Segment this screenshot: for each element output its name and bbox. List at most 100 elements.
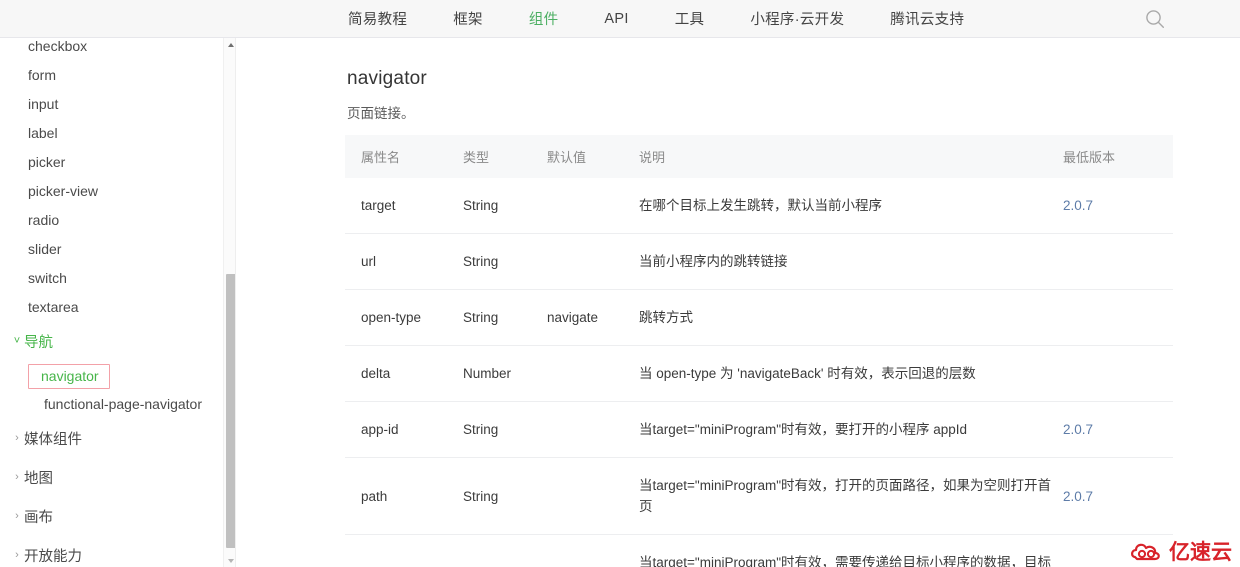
desc-text-part1: 当target="miniProgram"时有效，需要传递给目标小程序的数据，目… — [639, 555, 1052, 567]
topnav-item-tools[interactable]: 工具 — [675, 8, 705, 29]
page-title: navigator — [347, 68, 427, 89]
sidebar-item-switch[interactable]: switch — [0, 264, 218, 293]
cell-description: 当target="miniProgram"时有效，要打开的小程序 appId — [639, 401, 1063, 458]
topnav-item-cloud-dev[interactable]: 小程序·云开发 — [750, 8, 844, 29]
attributes-table: 属性名 类型 默认值 说明 最低版本 target String 在哪个目标上发… — [345, 135, 1173, 567]
header-min-version: 最低版本 — [1063, 135, 1173, 178]
cloud-logo-icon — [1131, 543, 1160, 561]
sidebar-group-map[interactable]: › 地图 — [0, 458, 218, 497]
table-row: target String 在哪个目标上发生跳转，默认当前小程序 2.0.7 — [345, 178, 1173, 234]
cell-attr-name: path — [345, 457, 463, 535]
sidebar-scrollbar[interactable] — [223, 38, 235, 567]
search-icon[interactable] — [1144, 8, 1166, 30]
cell-default: navigate — [547, 289, 639, 346]
scrollbar-down-arrow[interactable] — [224, 554, 235, 567]
cell-type: String — [463, 233, 547, 290]
cell-type: String — [463, 401, 547, 458]
sidebar-item-form[interactable]: form — [0, 61, 218, 90]
cell-attr-name: target — [345, 178, 463, 234]
top-navigation-bar: 简易教程 框架 组件 API 工具 小程序·云开发 腾讯云支持 — [0, 0, 1240, 38]
watermark: 亿速云 — [1130, 541, 1232, 563]
sidebar-item-slider[interactable]: slider — [0, 235, 218, 264]
table-row: delta Number 当 open-type 为 'navigateBack… — [345, 345, 1173, 402]
sidebar-subitem-navigator-wrap: navigator — [0, 361, 218, 390]
cell-description: 跳转方式 — [639, 289, 1063, 346]
sidebar-group-media-label: 媒体组件 — [24, 432, 82, 448]
cell-description: 当 open-type 为 'navigateBack' 时有效，表示回退的层数 — [639, 345, 1063, 402]
page-root: 简易教程 框架 组件 API 工具 小程序·云开发 腾讯云支持 checkbox… — [0, 0, 1240, 567]
sidebar-item-checkbox[interactable]: checkbox — [0, 38, 218, 61]
header-attr-name: 属性名 — [345, 135, 463, 178]
cell-type: String — [463, 178, 547, 234]
cell-attr-name: url — [345, 233, 463, 290]
page-subtitle: 页面链接。 — [347, 106, 415, 121]
chevron-down-icon: ˅ — [13, 335, 21, 347]
sidebar: checkbox form input label picker picker-… — [0, 38, 236, 567]
version-link[interactable]: 2.0.7 — [1063, 489, 1093, 504]
topnav-item-api[interactable]: API — [604, 11, 628, 27]
sidebar-item-textarea[interactable]: textarea — [0, 293, 218, 322]
table-header-row: 属性名 类型 默认值 说明 最低版本 — [345, 135, 1173, 178]
sidebar-group-navigation[interactable]: ˅ 导航 — [0, 322, 218, 361]
version-link[interactable]: 2.0.7 — [1063, 422, 1093, 437]
chevron-right-icon: › — [15, 549, 19, 561]
cell-min-version — [1063, 233, 1173, 290]
table-row: extra-data Object 当target="miniProgram"时… — [345, 534, 1173, 567]
sidebar-group-navigation-label: 导航 — [24, 335, 53, 351]
cell-min-version[interactable]: 2.0.7 — [1063, 178, 1173, 234]
cell-attr-name: extra-data — [345, 534, 463, 567]
cell-min-version[interactable]: 2.0.7 — [1063, 401, 1173, 458]
watermark-text: 亿速云 — [1169, 540, 1232, 564]
cell-type: String — [463, 289, 547, 346]
sidebar-group-open-ability-label: 开放能力 — [24, 549, 82, 565]
sidebar-item-functional-page-navigator[interactable]: functional-page-navigator — [0, 390, 218, 419]
chevron-right-icon: › — [15, 471, 19, 483]
header-type: 类型 — [463, 135, 547, 178]
chevron-right-icon: › — [15, 510, 19, 522]
main-content: navigator 页面链接。 属性名 类型 默认值 说明 最低版本 targe… — [237, 38, 1240, 567]
topnav-item-tencent-cloud[interactable]: 腾讯云支持 — [890, 8, 964, 29]
cell-description: 当target="miniProgram"时有效，打开的页面路径，如果为空则打开… — [639, 457, 1063, 535]
version-link[interactable]: 2.0.7 — [1063, 198, 1093, 213]
sidebar-group-media[interactable]: › 媒体组件 — [0, 419, 218, 458]
scrollbar-up-arrow[interactable] — [224, 38, 235, 51]
sidebar-group-map-label: 地图 — [24, 471, 53, 487]
sidebar-group-canvas-label: 画布 — [24, 510, 53, 526]
sidebar-item-label[interactable]: label — [0, 119, 218, 148]
table-header: 属性名 类型 默认值 说明 最低版本 — [345, 135, 1173, 178]
cell-default — [547, 345, 639, 402]
sidebar-item-navigator[interactable]: navigator — [28, 364, 110, 389]
cell-default — [547, 178, 639, 234]
cell-attr-name: delta — [345, 345, 463, 402]
top-nav-list: 简易教程 框架 组件 API 工具 小程序·云开发 腾讯云支持 — [348, 0, 964, 37]
table-row: open-type String navigate 跳转方式 — [345, 289, 1173, 346]
scrollbar-thumb[interactable] — [226, 274, 235, 548]
sidebar-item-input[interactable]: input — [0, 90, 218, 119]
header-default: 默认值 — [547, 135, 639, 178]
cell-min-version[interactable]: 2.0.7 — [1063, 457, 1173, 535]
cell-attr-name: app-id — [345, 401, 463, 458]
cell-min-version — [1063, 345, 1173, 402]
topnav-item-tutorial[interactable]: 简易教程 — [348, 8, 407, 29]
sidebar-item-radio[interactable]: radio — [0, 206, 218, 235]
sidebar-item-picker-view[interactable]: picker-view — [0, 177, 218, 206]
sidebar-group-open-ability[interactable]: › 开放能力 — [0, 536, 218, 567]
topnav-item-framework[interactable]: 框架 — [453, 8, 483, 29]
chevron-right-icon: › — [15, 432, 19, 444]
header-description: 说明 — [639, 135, 1063, 178]
cell-default — [547, 401, 639, 458]
cell-attr-name: open-type — [345, 289, 463, 346]
cell-default — [547, 233, 639, 290]
cell-description: 当前小程序内的跳转链接 — [639, 233, 1063, 290]
cell-min-version — [1063, 289, 1173, 346]
cell-type: Object — [463, 534, 547, 567]
sidebar-item-picker[interactable]: picker — [0, 148, 218, 177]
table-body: target String 在哪个目标上发生跳转，默认当前小程序 2.0.7 u… — [345, 178, 1173, 567]
cell-default — [547, 457, 639, 535]
sidebar-group-canvas[interactable]: › 画布 — [0, 497, 218, 536]
topnav-item-components[interactable]: 组件 — [529, 8, 559, 29]
sidebar-item-list: checkbox form input label picker picker-… — [0, 38, 218, 567]
table-row: url String 当前小程序内的跳转链接 — [345, 233, 1173, 290]
cell-default — [547, 534, 639, 567]
table-row: app-id String 当target="miniProgram"时有效，要… — [345, 401, 1173, 458]
